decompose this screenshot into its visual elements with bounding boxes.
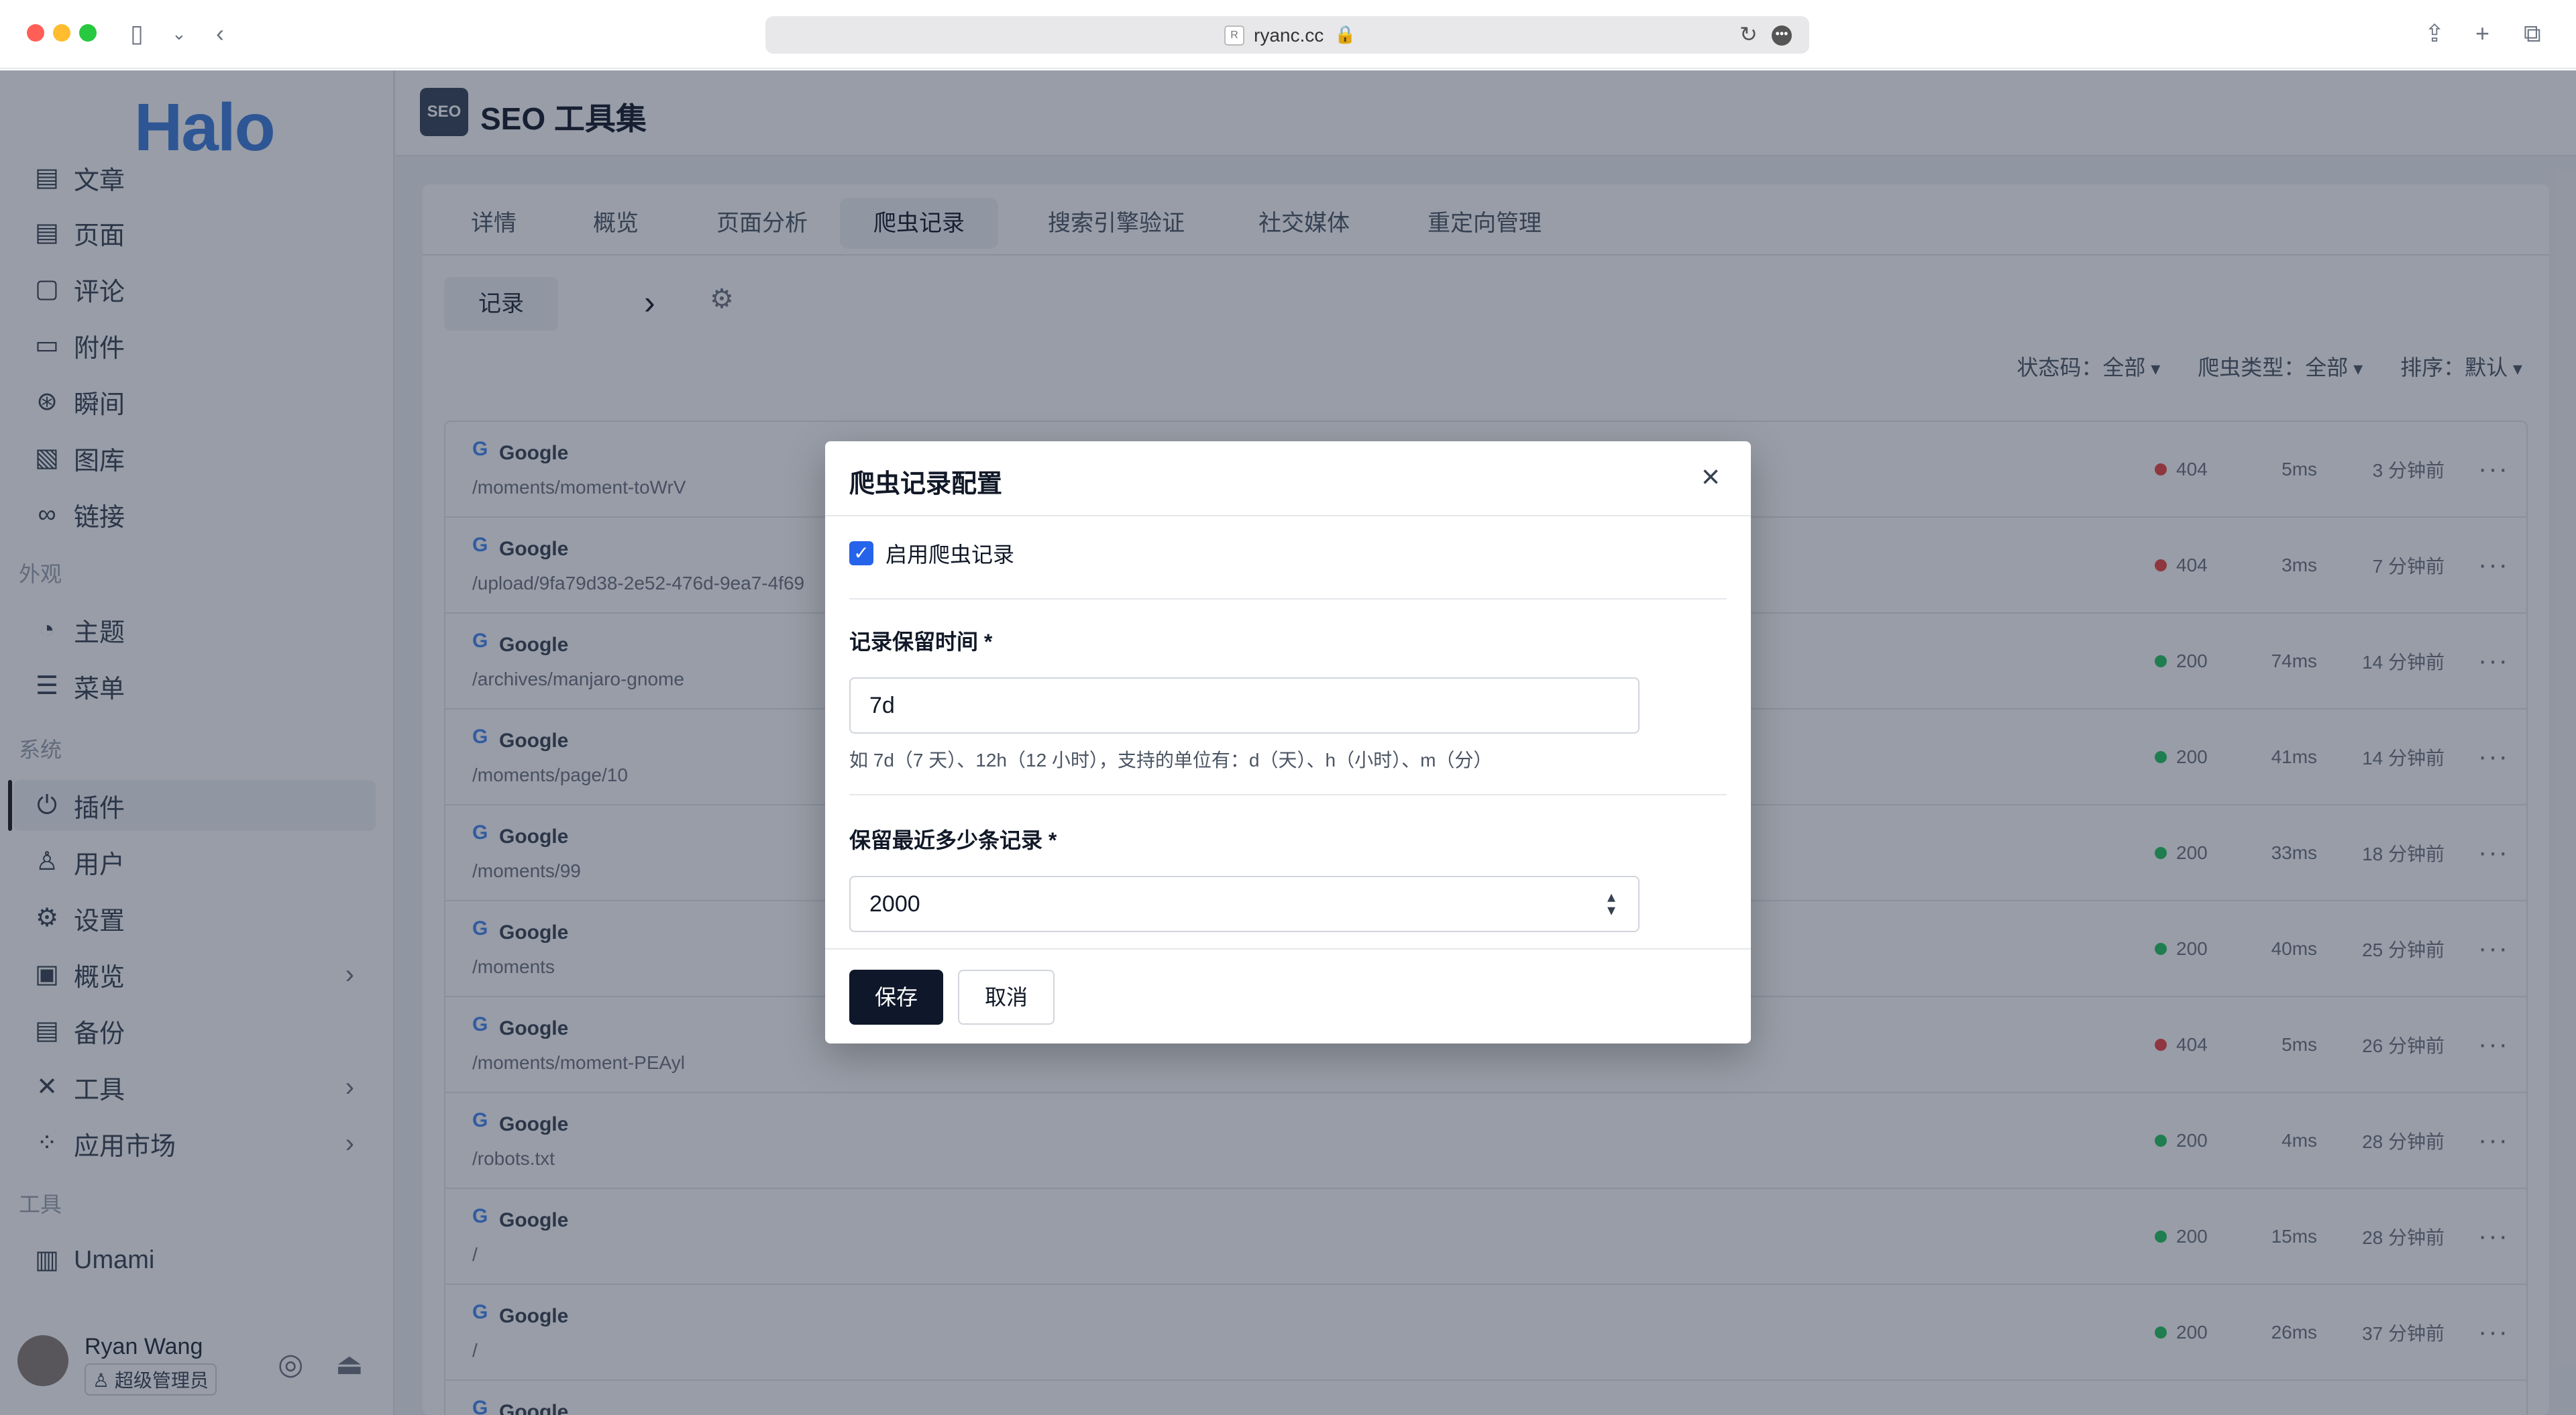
modal-title: 爬虫记录配置: [849, 470, 1003, 498]
browser-toolbar: ▯ ⌄ ‹ R ryanc.cc 🔒 ↻ ••• ⇪ + ⧉: [0, 0, 2576, 69]
max-records-input[interactable]: 2000 ▴ ▾: [849, 876, 1640, 932]
crawler-settings-modal: 爬虫记录配置 × ✓ 启用爬虫记录 记录保留时间 * 7d 如 7d（7 天）、…: [825, 441, 1751, 1043]
retention-input[interactable]: 7d: [849, 677, 1640, 734]
reload-icon[interactable]: ↻: [1739, 21, 1758, 47]
tabs-overview-icon[interactable]: ⧉: [2524, 19, 2541, 48]
save-button[interactable]: 保存: [849, 970, 943, 1025]
close-icon[interactable]: ×: [1701, 459, 1720, 496]
site-favicon-icon: R: [1224, 25, 1244, 46]
share-icon[interactable]: ⇪: [2424, 19, 2445, 48]
retention-help: 如 7d（7 天）、12h（12 小时），支持的单位有：d（天）、h（小时）、m…: [849, 750, 1493, 771]
divider: [849, 598, 1727, 600]
divider: [849, 794, 1727, 795]
enable-crawler-option[interactable]: ✓ 启用爬虫记录: [849, 538, 1014, 569]
max-records-label: 保留最近多少条记录 *: [849, 828, 1057, 852]
enable-crawler-checkbox[interactable]: ✓: [849, 541, 873, 565]
address-bar[interactable]: R ryanc.cc 🔒 ↻ •••: [765, 16, 1809, 54]
minimize-window-button[interactable]: [53, 24, 70, 42]
cancel-button[interactable]: 取消: [958, 970, 1055, 1025]
modal-header: 爬虫记录配置 ×: [825, 441, 1751, 516]
lock-icon: 🔒: [1334, 24, 1356, 44]
enable-crawler-label: 启用爬虫记录: [885, 543, 1015, 567]
chevron-down-icon[interactable]: ⌄: [172, 19, 186, 48]
max-records-value: 2000: [869, 891, 920, 917]
sidebar-toggle-icon[interactable]: ▯: [130, 19, 144, 48]
more-icon[interactable]: •••: [1772, 25, 1792, 46]
url-text: ryanc.cc: [1254, 25, 1324, 46]
maximize-window-button[interactable]: [79, 24, 97, 42]
number-stepper-icon[interactable]: ▴ ▾: [1607, 889, 1615, 919]
modal-footer: 保存 取消: [825, 948, 1751, 1043]
retention-label: 记录保留时间 *: [849, 630, 993, 654]
new-tab-icon[interactable]: +: [2475, 19, 2489, 48]
back-icon[interactable]: ‹: [216, 19, 224, 48]
close-window-button[interactable]: [27, 24, 44, 42]
